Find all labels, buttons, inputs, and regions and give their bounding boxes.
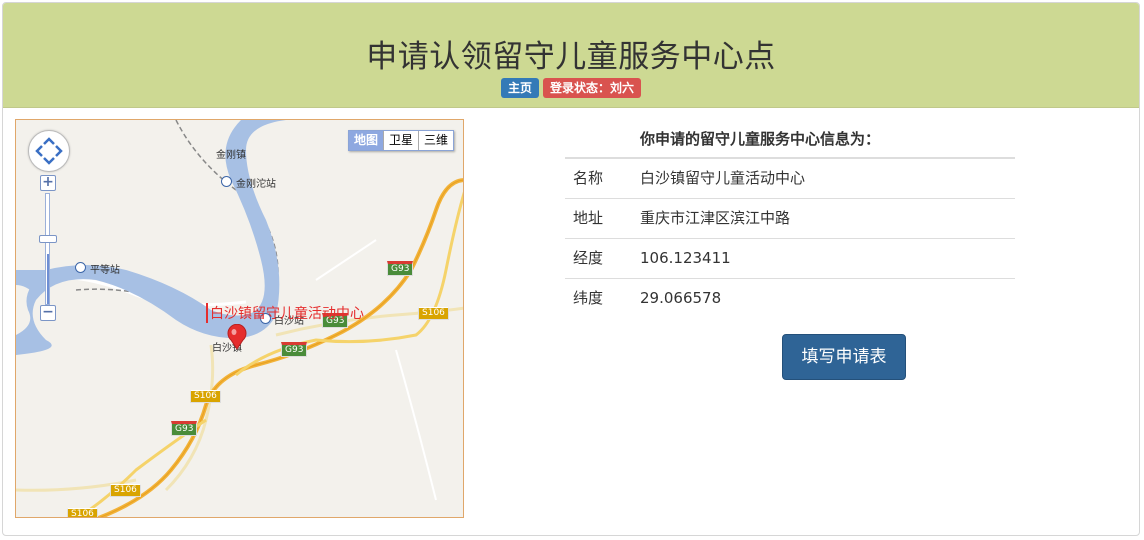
apply-form-button[interactable]: 填写申请表 [782, 334, 906, 380]
table-row: 名称 白沙镇留守儿童活动中心 [565, 159, 1015, 199]
row-label: 地址 [573, 209, 604, 227]
zoom-slider-handle[interactable] [39, 235, 57, 243]
table-row: 经度 106.123411 [565, 239, 1015, 279]
zoom-in-button[interactable]: + [40, 175, 56, 191]
map-type-switcher: 地图 卫星 三维 [347, 130, 454, 151]
header-badges: 主页 登录状态：刘六 [3, 78, 1139, 98]
center-info-table: 你申请的留守儿童服务中心信息为： 名称 白沙镇留守儿童活动中心 地址 重庆市江津… [565, 119, 1015, 318]
map-label-jingang-town: 金刚镇 [216, 150, 246, 161]
pan-arrows-icon [35, 137, 63, 165]
map-type-satellite[interactable]: 卫星 [382, 131, 418, 150]
table-row: 纬度 29.066578 [565, 279, 1015, 318]
page-title: 申请认领留守儿童服务中心点 [366, 39, 776, 75]
row-value: 106.123411 [640, 249, 731, 267]
road-shield: S106 [67, 508, 98, 517]
row-label: 纬度 [573, 289, 604, 307]
zoom-slider[interactable] [45, 193, 50, 305]
zoom-slider-fill [47, 254, 49, 304]
login-status-badge: 登录状态：刘六 [543, 78, 642, 98]
table-row: 地址 重庆市江津区滨江中路 [565, 199, 1015, 239]
location-pin-icon[interactable] [227, 324, 247, 350]
zoom-out-button[interactable]: − [40, 305, 56, 321]
road-shield: G93 [387, 261, 414, 276]
zoom-control: + − [39, 175, 57, 323]
station-icon [75, 262, 86, 273]
road-shield: G93 [171, 421, 198, 436]
row-label: 经度 [573, 249, 604, 267]
row-label: 名称 [573, 169, 604, 187]
map-label-pingdeng-station: 平等站 [90, 265, 120, 276]
row-value: 重庆市江津区滨江中路 [640, 209, 791, 227]
road-shield: S106 [110, 484, 141, 497]
station-icon [221, 176, 232, 187]
home-badge[interactable]: 主页 [500, 78, 539, 98]
page-header: 申请认领留守儿童服务中心点 主页 登录状态：刘六 [3, 3, 1139, 108]
row-value: 白沙镇留守儿童活动中心 [640, 169, 806, 187]
road-shield: G93 [281, 342, 308, 357]
map-label-jingang-station: 金刚沱站 [236, 179, 276, 190]
road-shield: S106 [190, 390, 221, 403]
road-shield: S106 [418, 307, 449, 320]
info-heading: 你申请的留守儿童服务中心信息为： [565, 119, 1015, 159]
map-type-3d[interactable]: 三维 [417, 131, 453, 150]
marker-label[interactable]: 白沙镇留守儿童活动中心 [206, 303, 364, 323]
map-view[interactable]: 金刚镇 金刚沱站 平等站 白沙站 白沙镇 G93 G93 G93 G93 S10… [15, 119, 464, 518]
map-type-map[interactable]: 地图 [348, 131, 383, 150]
row-value: 29.066578 [640, 289, 722, 307]
pan-control[interactable] [28, 130, 70, 172]
